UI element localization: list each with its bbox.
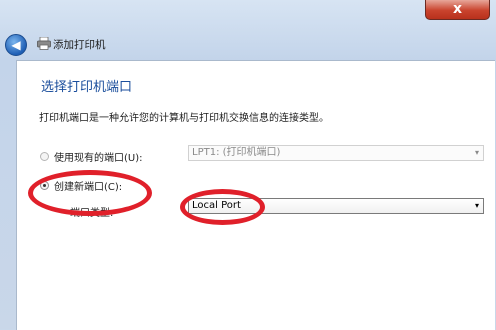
- chevron-down-icon: ▾: [474, 148, 479, 157]
- chevron-down-icon: ▾: [474, 201, 479, 210]
- back-button[interactable]: ◀: [5, 34, 27, 56]
- new-port-label: 创建新端口(C):: [54, 182, 123, 193]
- page-description: 打印机端口是一种允许您的计算机与打印机交换信息的连接类型。: [39, 113, 329, 124]
- close-icon: x: [452, 1, 463, 17]
- existing-port-label: 使用现有的端口(U):: [54, 153, 143, 164]
- existing-port-select[interactable]: LPT1: (打印机端口) ▾: [188, 145, 484, 161]
- page-heading: 选择打印机端口: [41, 80, 133, 95]
- port-type-value: Local Port: [192, 200, 241, 211]
- port-type-label: 端口类型:: [70, 208, 114, 219]
- window-title: 添加打印机: [53, 39, 106, 51]
- existing-port-radio[interactable]: [40, 152, 49, 161]
- add-printer-window: x ◀ 添加打印机 选择打印机端口 打印机端口是一种允许您的计算机与打印机交换信…: [0, 0, 496, 330]
- wizard-content: 选择打印机端口 打印机端口是一种允许您的计算机与打印机交换信息的连接类型。 使用…: [16, 60, 495, 330]
- printer-icon: [37, 37, 51, 50]
- close-button[interactable]: x: [425, 0, 490, 20]
- back-arrow-icon: ◀: [11, 38, 21, 52]
- new-port-radio[interactable]: [40, 181, 49, 190]
- existing-port-value: LPT1: (打印机端口): [192, 147, 281, 158]
- port-type-select[interactable]: Local Port ▾: [188, 198, 484, 214]
